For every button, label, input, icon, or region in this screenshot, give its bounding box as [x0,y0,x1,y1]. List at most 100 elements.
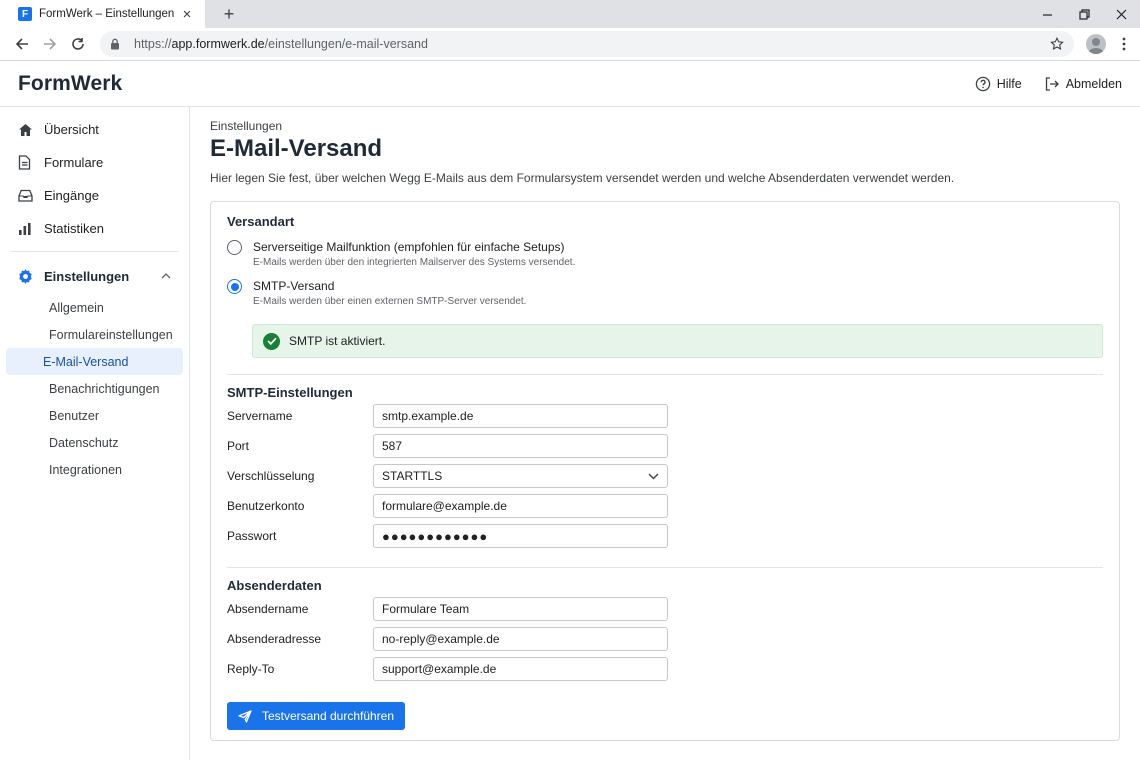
logout-icon [1045,76,1059,91]
form-row-servername: Servername smtp.example.de [227,401,1103,431]
restore-button[interactable] [1066,0,1103,28]
radio-label: SMTP-Versand [253,279,335,293]
field-label: Reply-To [227,662,275,676]
header-actions: Hilfe Abmelden [953,76,1122,92]
minimize-icon [1043,13,1052,16]
minimize-button[interactable] [1029,0,1066,28]
radio-label: Serverseitige Mailfunktion (empfohlen fü… [253,240,565,254]
account-input[interactable]: formulare@example.de [373,494,668,518]
sidebar-item-email-delivery[interactable]: E-Mail-Versand [6,348,183,375]
url-path: /einstellungen/e-mail-versand [264,37,428,51]
field-label: Benutzerkonto [227,499,305,513]
lock-icon [110,38,126,50]
radio-option-smtp[interactable]: SMTP-Versand E-Mails werden über einen e… [227,279,1103,307]
gear-icon [18,268,34,284]
help-link[interactable]: Hilfe [975,76,1022,92]
form-row-account: Benutzerkonto formulare@example.de [227,491,1103,521]
browser-tabbar: F FormWerk – Einstellungen × + [0,0,1140,28]
check-circle-icon [263,332,280,350]
radio-description: E-Mails werden über einen externen SMTP-… [253,296,527,307]
breadcrumb[interactable]: Einstellungen [210,119,1120,133]
favicon-icon: F [18,7,32,21]
section-title-sender: Absenderdaten [227,578,322,593]
sidebar: Übersicht Formulare Eingänge Statistiken… [0,107,190,760]
section-divider [227,567,1103,568]
help-icon [975,76,990,91]
section-title-versandart: Versandart [227,214,295,229]
form-row-password: Passwort ●●●●●●●●●●●● [227,521,1103,551]
radio-server-mail[interactable] [227,240,242,255]
sender-address-input[interactable]: no-reply@example.de [373,627,668,651]
field-label: Absendername [227,602,309,616]
reply-to-input[interactable]: support@example.de [373,657,668,681]
field-label: Servername [227,409,293,423]
radio-option-server-mail[interactable]: Serverseitige Mailfunktion (empfohlen fü… [227,240,1103,268]
close-window-button[interactable] [1103,0,1140,28]
chevron-up-icon [161,273,171,279]
field-label: Absenderadresse [227,632,322,646]
sidebar-item-forms[interactable]: Formulare [0,146,189,179]
password-input[interactable]: ●●●●●●●●●●●● [373,524,668,548]
radio-smtp[interactable] [227,279,242,294]
close-tab-icon[interactable]: × [179,6,195,23]
section-divider [227,374,1103,375]
url-text: https://app.formwerk.de/einstellungen/e-… [134,37,428,51]
bookmark-star-icon[interactable] [1050,37,1064,51]
arrow-left-icon [15,38,28,50]
arrow-right-icon [44,38,57,50]
sidebar-divider [10,251,179,252]
page-title: E-Mail-Versand [210,135,383,162]
page-description: Hier legen Sie fest, über welchen Wegg E… [210,171,955,185]
smtp-status-alert: SMTP ist aktiviert. [252,324,1103,358]
sidebar-item-label: Eingänge [44,188,99,203]
sidebar-item-form-settings[interactable]: Formulareinstellungen [6,321,183,348]
browser-tab[interactable]: F FormWerk – Einstellungen × [0,0,205,28]
logout-label: Abmelden [1065,76,1122,91]
sidebar-item-privacy[interactable]: Datenschutz [6,429,183,456]
test-send-button[interactable]: Testversand durchführen [227,702,405,730]
field-label: Passwort [227,529,277,543]
forward-button[interactable] [36,30,64,58]
sidebar-item-inbox[interactable]: Eingänge [0,179,189,212]
form-row-encryption: Verschlüsselung STARTTLS [227,461,1103,491]
tab-title: FormWerk – Einstellungen [39,8,175,20]
brand-logo[interactable]: FormWerk [18,72,122,96]
chevron-down-icon [648,473,659,479]
profile-avatar-icon[interactable] [1086,34,1106,54]
browser-toolbar: https://app.formwerk.de/einstellungen/e-… [0,28,1140,61]
test-send-label: Testversand durchführen [261,709,395,723]
close-icon [1116,9,1127,19]
sidebar-item-overview[interactable]: Übersicht [0,113,189,146]
radio-description: E-Mails werden über den integrierten Mai… [253,257,576,268]
sidebar-item-statistics[interactable]: Statistiken [0,212,189,245]
sidebar-item-notifications[interactable]: Benachrichtigungen [6,375,183,402]
select-value: STARTTLS [382,469,443,483]
sidebar-item-integrations[interactable]: Integrationen [6,456,183,483]
field-label: Port [227,439,250,453]
sidebar-group-settings[interactable]: Einstellungen [0,258,189,294]
reload-icon [72,38,84,50]
back-button[interactable] [8,30,36,58]
browser-menu-icon[interactable] [1116,37,1132,51]
alert-text: SMTP ist aktiviert. [289,334,386,348]
port-input[interactable]: 587 [373,434,668,458]
sidebar-item-general[interactable]: Allgemein [6,294,183,321]
restore-icon [1079,8,1090,20]
document-icon [18,155,34,170]
sidebar-item-users[interactable]: Benutzer [6,402,183,429]
section-title-smtp: SMTP-Einstellungen [227,385,353,400]
sidebar-item-label: Statistiken [44,221,104,236]
logout-link[interactable]: Abmelden [1044,76,1122,92]
form-row-reply-to: Reply-To support@example.de [227,654,1103,684]
url-prefix: https:// [134,37,172,51]
encryption-select[interactable]: STARTTLS [373,464,668,488]
sender-name-input[interactable]: Formulare Team [373,597,668,621]
settings-card: Versandart Serverseitige Mailfunktion (e… [210,201,1120,741]
sidebar-item-label: Formulare [44,155,104,170]
servername-input[interactable]: smtp.example.de [373,404,668,428]
send-icon [238,709,252,723]
new-tab-button[interactable]: + [215,0,243,28]
reload-button[interactable] [64,30,92,58]
help-label: Hilfe [996,76,1022,91]
address-bar[interactable]: https://app.formwerk.de/einstellungen/e-… [100,31,1074,57]
